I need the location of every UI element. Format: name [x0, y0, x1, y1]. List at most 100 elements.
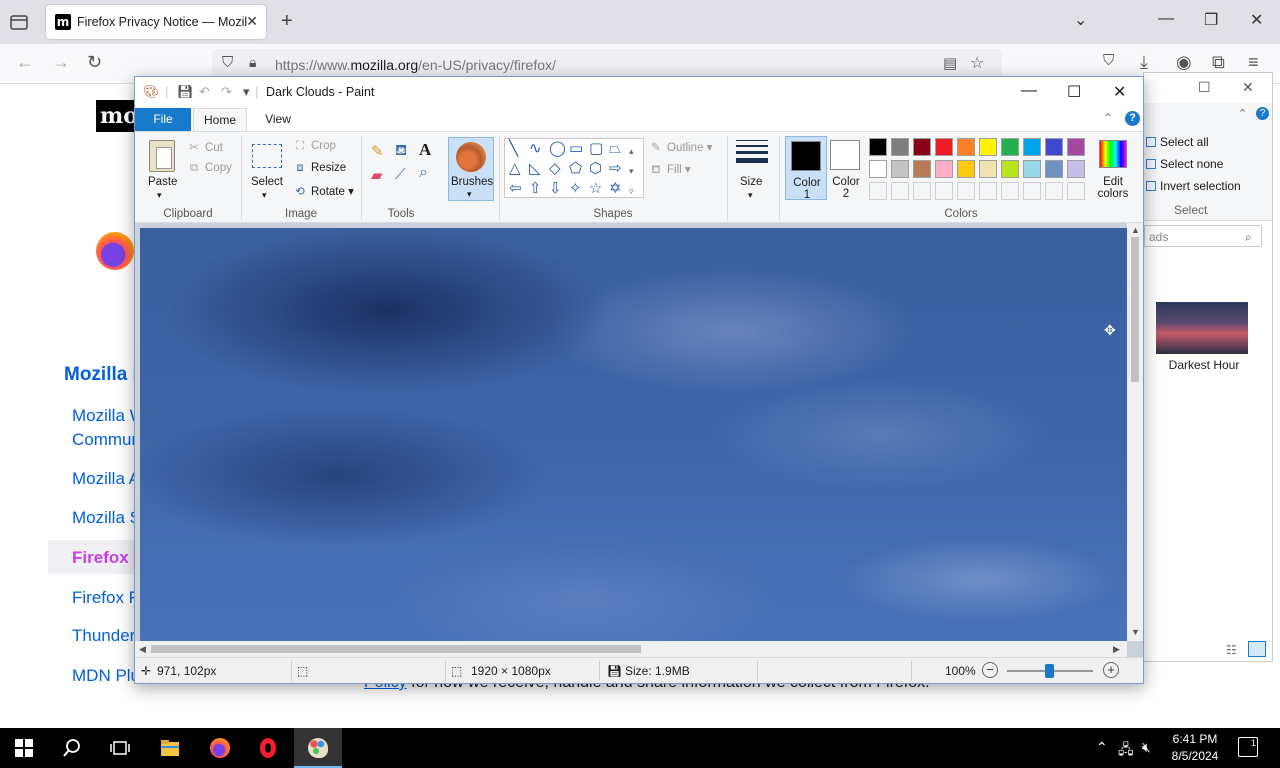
explorer-close-icon[interactable]: ✕ — [1242, 79, 1254, 96]
outline-button[interactable]: ✎ Outline ▾ — [649, 140, 712, 154]
text-tool-icon[interactable]: A — [419, 140, 431, 160]
shield-icon[interactable]: ⛉ — [222, 54, 233, 71]
close-tab-icon[interactable]: ✕ — [246, 13, 258, 30]
palette-color-swatch[interactable] — [935, 138, 953, 156]
palette-color-swatch[interactable] — [957, 138, 975, 156]
new-tab-icon[interactable]: + — [281, 10, 293, 32]
firefox-taskbar-button[interactable] — [196, 728, 244, 768]
palette-color-swatch[interactable] — [913, 160, 931, 178]
opera-taskbar-button[interactable] — [244, 728, 292, 768]
brushes-button[interactable]: Brushes ▾ — [448, 137, 494, 201]
list-all-tabs-icon[interactable]: ⌄ — [1074, 10, 1087, 30]
menu-icon[interactable]: ≡ — [1248, 52, 1259, 73]
palette-custom-slot[interactable] — [1045, 182, 1063, 200]
crop-button[interactable]: ⛶ Crop — [293, 140, 336, 153]
select-dropdown-icon[interactable]: ▾ — [262, 190, 267, 201]
tab-file[interactable]: File — [135, 108, 191, 131]
palette-custom-slot[interactable] — [1067, 182, 1085, 200]
zoom-out-icon[interactable]: − — [982, 662, 998, 678]
paint-close-icon[interactable]: ✕ — [1113, 82, 1126, 102]
explorer-search-input[interactable]: ads ⌕ — [1144, 225, 1262, 247]
color-picker-icon[interactable]: ⟋ — [395, 166, 406, 183]
fill-bucket-icon[interactable]: ⛾ — [395, 142, 407, 161]
tab-home[interactable]: Home — [193, 108, 247, 131]
save-icon[interactable]: 💾︎ — [177, 84, 194, 100]
file-explorer-taskbar-button[interactable] — [146, 728, 194, 768]
extensions-icon[interactable]: ⧉ — [1212, 52, 1225, 73]
palette-color-swatch[interactable] — [1001, 138, 1019, 156]
cut-button[interactable]: ✂ Cut — [187, 140, 223, 154]
rotate-button[interactable]: ⟲ Rotate ▾ — [293, 184, 354, 198]
palette-color-swatch[interactable] — [869, 138, 887, 156]
url-text[interactable]: https://www.mozilla.org/en-US/privacy/fi… — [275, 57, 556, 73]
copy-button[interactable]: ⧉ Copy — [187, 162, 232, 175]
sidebar-heading[interactable]: Mozilla I — [64, 364, 138, 386]
palette-color-swatch[interactable] — [1045, 138, 1063, 156]
darkest-hour-thumbnail[interactable] — [1156, 302, 1248, 354]
tab-view[interactable]: View — [253, 108, 303, 131]
shapes-gallery[interactable]: ╲ ∿ ◯ ▭ ▢ ⏢ △ ◺ ◇ ⬠ ⬡ ⇨ ⇦ ⇧ ⇩ ✧ ☆ ✡ ▴ ▾ … — [504, 138, 644, 198]
paste-dropdown-icon[interactable]: ▾ — [157, 190, 162, 201]
drawing-canvas[interactable]: ✥ — [140, 228, 1127, 641]
color1-button[interactable]: Color 1 — [785, 136, 827, 201]
palette-color-swatch[interactable] — [1023, 138, 1041, 156]
search-button[interactable] — [48, 728, 96, 768]
explorer-help-icon[interactable]: ? — [1256, 107, 1269, 120]
palette-custom-slot[interactable] — [913, 182, 931, 200]
palette-custom-slot[interactable] — [869, 182, 887, 200]
sidebar-link[interactable]: Firefox F — [72, 588, 139, 608]
network-icon[interactable]: 🖧︎ — [1118, 739, 1134, 763]
palette-color-swatch[interactable] — [891, 160, 909, 178]
palette-color-swatch[interactable] — [979, 160, 997, 178]
browser-tab-privacy[interactable]: m Firefox Privacy Notice — Mozilla ✕ — [46, 5, 266, 39]
sidebar-link[interactable]: Commun — [72, 430, 141, 450]
lock-icon[interactable]: 🔒︎ — [249, 54, 256, 71]
back-arrow-icon[interactable]: ← — [16, 52, 34, 73]
size-dropdown-icon[interactable]: ▾ — [748, 190, 753, 201]
color2-button[interactable]: Color 2 — [825, 136, 867, 200]
paint-help-icon[interactable]: ? — [1125, 111, 1140, 126]
minimize-ribbon-icon[interactable]: ⌃ — [1103, 111, 1113, 125]
account-icon[interactable]: ◉ — [1176, 52, 1192, 73]
large-icons-view-icon[interactable] — [1248, 641, 1266, 657]
palette-color-swatch[interactable] — [1067, 160, 1085, 178]
paint-minimize-icon[interactable]: — — [1021, 82, 1037, 100]
close-window-icon[interactable]: ✕ — [1250, 10, 1263, 30]
palette-custom-slot[interactable] — [935, 182, 953, 200]
forward-arrow-icon[interactable]: → — [52, 52, 70, 73]
palette-custom-slot[interactable] — [891, 182, 909, 200]
select-none-button[interactable]: Select none — [1146, 157, 1223, 171]
redo-icon[interactable]: ↷ — [221, 84, 232, 100]
resize-button[interactable]: ⧈ Resize — [293, 162, 346, 175]
notification-center-icon[interactable]: 1 — [1238, 737, 1258, 757]
minimize-icon[interactable]: — — [1158, 10, 1174, 28]
palette-custom-slot[interactable] — [979, 182, 997, 200]
select-button[interactable]: Select — [251, 176, 283, 188]
palette-color-swatch[interactable] — [957, 160, 975, 178]
vertical-scroll-thumb[interactable] — [1131, 237, 1139, 382]
size-button[interactable]: Size — [740, 176, 762, 188]
sidebar-link[interactable]: Mozilla A — [72, 469, 140, 489]
size-icon[interactable] — [736, 140, 768, 166]
select-all-button[interactable]: Select all — [1146, 135, 1209, 149]
select-icon[interactable] — [252, 144, 282, 168]
system-clock[interactable]: 6:41 PM 8/5/2024 — [1160, 731, 1230, 765]
magnifier-icon[interactable]: ⌕ — [419, 164, 428, 182]
pencil-icon[interactable]: ✎ — [371, 142, 384, 160]
palette-color-swatch[interactable] — [1001, 160, 1019, 178]
paste-button[interactable]: Paste — [148, 176, 177, 188]
palette-color-swatch[interactable] — [869, 160, 887, 178]
bookmark-star-icon[interactable]: ☆ — [970, 53, 984, 73]
restore-icon[interactable]: ❐ — [1204, 10, 1218, 30]
palette-color-swatch[interactable] — [979, 138, 997, 156]
explorer-maximize-icon[interactable]: ☐ — [1198, 79, 1211, 96]
edit-colors-button[interactable]: Edit colors — [1093, 136, 1133, 202]
start-button[interactable] — [0, 728, 48, 768]
customize-toolbar-icon[interactable]: ▾ — [243, 84, 250, 100]
horizontal-scrollbar[interactable]: ◀ ▶ — [135, 641, 1127, 657]
palette-color-swatch[interactable] — [891, 138, 909, 156]
palette-color-swatch[interactable] — [935, 160, 953, 178]
show-hidden-icons-icon[interactable]: ⌃ — [1096, 739, 1108, 756]
zoom-slider-thumb[interactable] — [1045, 664, 1054, 678]
palette-color-swatch[interactable] — [1045, 160, 1063, 178]
